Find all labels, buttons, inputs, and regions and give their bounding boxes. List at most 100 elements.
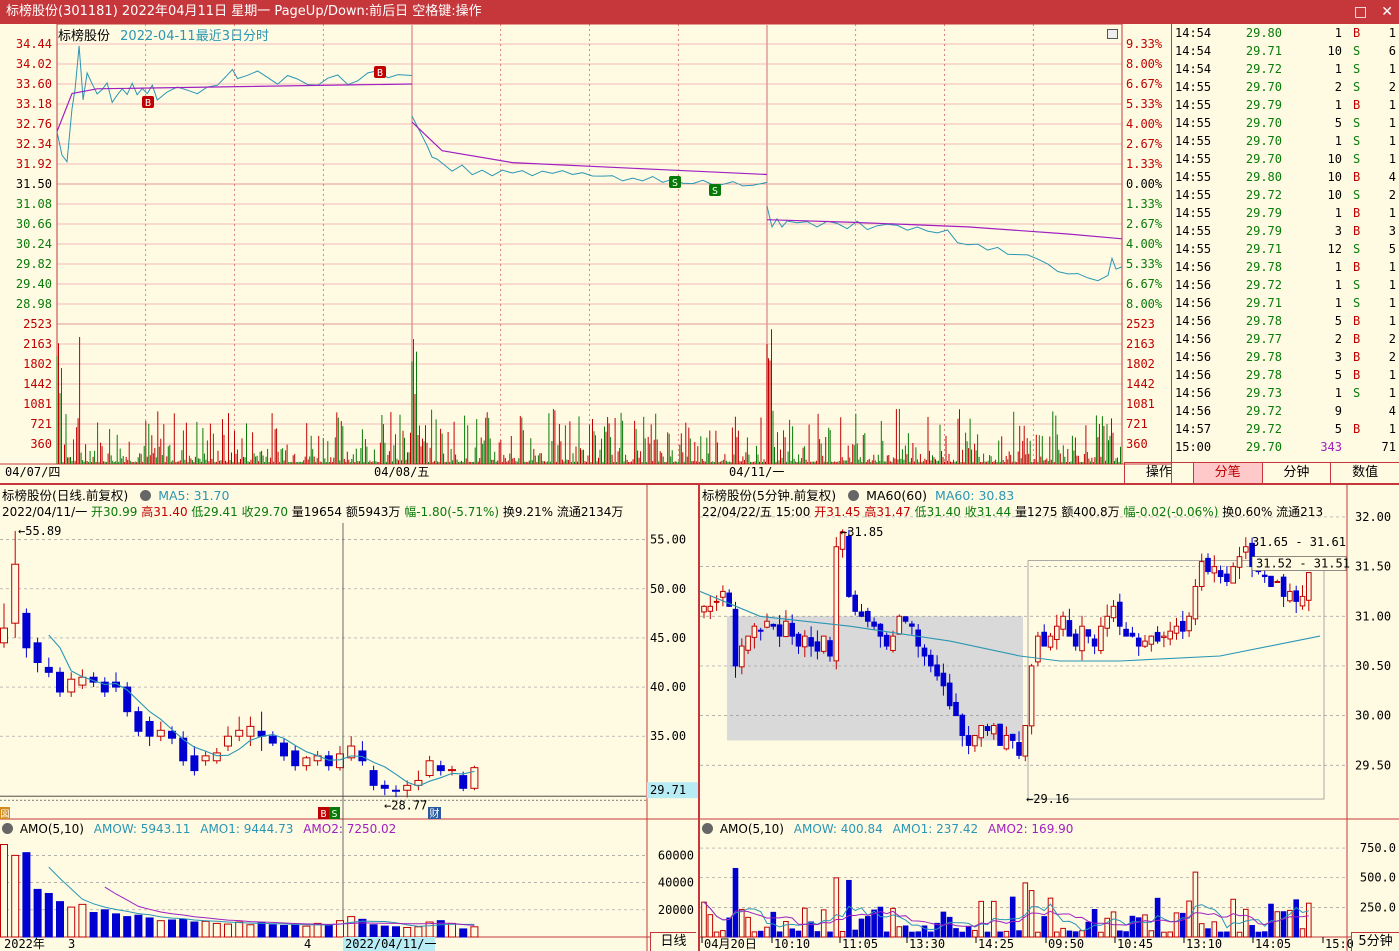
- daily-open: 开30.99: [91, 505, 138, 519]
- tick-volume: 1: [1334, 26, 1342, 40]
- tab-operations[interactable]: 操作: [1124, 463, 1193, 483]
- pct-tick-label: 1.33%: [1126, 157, 1163, 171]
- amo-bar: [1299, 928, 1306, 938]
- amo-bar: [201, 920, 210, 938]
- tick-count: 1: [1388, 296, 1396, 310]
- settings-icon[interactable]: [2, 823, 13, 834]
- candle-body: [984, 726, 991, 731]
- amo-axis-label: 20000: [658, 903, 694, 917]
- intraday-stock-name: 标榜股份: [58, 29, 111, 44]
- tick-count: 1: [1388, 62, 1396, 76]
- amo-bar: [764, 926, 770, 938]
- low-price-label: ←29.16: [1026, 792, 1069, 806]
- settings-icon[interactable]: [140, 490, 152, 501]
- tick-count: 2: [1388, 80, 1396, 94]
- pct-tick-label: 6.67%: [1126, 77, 1163, 91]
- daily-float: 流通2134万: [556, 505, 624, 519]
- tab-minute[interactable]: 分钟: [1261, 463, 1331, 483]
- window-title: 标榜股份(301181) 2022年04月11日 星期一 PageUp/Down…: [6, 4, 482, 19]
- tick-side: S: [1353, 134, 1361, 148]
- amo-bar: [1243, 908, 1249, 938]
- candle-body: [739, 645, 745, 668]
- amo-bar: [324, 924, 333, 938]
- candle-body: [745, 635, 751, 651]
- intraday-chart-panel: 34.44 9.33% 34.02 8.00% 33.60 6.67% 33.18 5.33%…: [0, 24, 1172, 483]
- volume-tick-label: 721: [1126, 417, 1148, 431]
- time-axis-label: 10:10: [774, 937, 810, 951]
- m5-date: 22/04/22/五: [702, 505, 772, 519]
- candle-body: [953, 701, 959, 717]
- tick-count: 1: [1388, 116, 1396, 130]
- tick-count: 2: [1388, 350, 1396, 364]
- price-axis-label: 31.50: [1355, 560, 1391, 574]
- volume-tick-label: 1081: [23, 397, 52, 411]
- candle-body: [235, 729, 244, 737]
- tick-time: 14:55: [1175, 116, 1212, 130]
- tick-time: 14:56: [1175, 332, 1212, 346]
- tick-price: 29.71: [1245, 44, 1282, 58]
- tick-time: 14:56: [1175, 296, 1212, 310]
- maximize-icon[interactable]: □: [1354, 0, 1367, 24]
- candle-body: [380, 784, 389, 789]
- intraday-chart[interactable]: 34.44 9.33% 34.02 8.00% 33.60 6.67% 33.18 5.33%…: [0, 24, 1172, 483]
- low-price-label: ←28.77: [384, 798, 427, 812]
- amo-bar: [978, 900, 984, 938]
- candle-body: [1060, 615, 1066, 630]
- amo-bar: [313, 922, 322, 938]
- amo-bar: [745, 916, 751, 938]
- candle-body: [883, 634, 890, 647]
- time-axis-label: 13:30: [909, 937, 945, 951]
- settings-icon[interactable]: [702, 823, 713, 834]
- candle-body: [44, 666, 53, 673]
- amo-bar: [0, 844, 8, 938]
- time-axis-label: 11:05: [842, 937, 878, 951]
- candle-body: [751, 625, 758, 638]
- candle-body: [915, 629, 921, 647]
- amo-bar: [470, 926, 479, 938]
- tick-side: S: [1353, 116, 1361, 130]
- tick-row: 14:56 29.77 2 B 2: [1172, 330, 1399, 348]
- tick-row: 14:54 29.80 1 B 1: [1172, 24, 1399, 42]
- m5-time: 15:00: [775, 505, 811, 519]
- tick-count: 1: [1388, 134, 1396, 148]
- pct-tick-label: 0.00%: [1126, 177, 1163, 191]
- tick-row: 14:56 29.71 1 S 1: [1172, 294, 1399, 312]
- tick-price: 29.72: [1245, 404, 1282, 418]
- close-icon[interactable]: ✕: [1381, 0, 1393, 24]
- amo-bar: [1293, 899, 1300, 938]
- m5-amo1: AMO1: 237.42: [892, 822, 979, 836]
- pct-tick-label: 6.67%: [1126, 277, 1163, 291]
- price-tick-label: 30.24: [16, 237, 52, 251]
- tick-price: 29.72: [1245, 422, 1282, 436]
- time-axis-label: 14:05: [1255, 937, 1291, 951]
- period-tab-5min[interactable]: 5分钟: [1351, 932, 1399, 951]
- amo-bar: [739, 908, 745, 938]
- settings-icon[interactable]: [848, 490, 860, 501]
- panel-toggle-icon[interactable]: [1107, 29, 1118, 39]
- candle-body: [959, 714, 966, 736]
- period-tab-daily[interactable]: 日线: [650, 932, 696, 951]
- m5-kline-chart[interactable]: 32.00 31.50 31.00 30.50 30.00 29.50 ←31.85 ←29.…: [700, 485, 1399, 951]
- candle-body: [1003, 734, 1010, 750]
- amo-bar: [707, 914, 714, 938]
- tick-count: 6: [1388, 44, 1396, 58]
- daily-kline-chart[interactable]: 55.00 50.00 45.00 40.00 35.00 29.71 ←55.89 ←28.…: [0, 485, 698, 951]
- tick-row: 14:55 29.72 10 S 2: [1172, 186, 1399, 204]
- price-axis-label: 30.50: [1355, 659, 1391, 673]
- tick-volume: 1: [1334, 206, 1342, 220]
- amo-bar: [459, 928, 468, 938]
- tab-values[interactable]: 数值: [1330, 463, 1399, 483]
- candle-body: [369, 770, 378, 786]
- candle-body: [280, 742, 288, 757]
- amo-bar: [1142, 914, 1148, 938]
- tab-ticks[interactable]: 分笔: [1192, 463, 1262, 483]
- candle-body: [1066, 620, 1073, 637]
- amo-bar: [946, 916, 953, 938]
- price-tick-label: 31.92: [16, 157, 52, 171]
- tick-side: B: [1353, 26, 1361, 40]
- trade-marker-label: S: [672, 178, 678, 189]
- amo-bar: [827, 931, 833, 938]
- price-tick-label: 28.98: [16, 297, 52, 311]
- amo-bar: [358, 918, 367, 938]
- tick-row: 14:55 29.71 12 S 5: [1172, 240, 1399, 258]
